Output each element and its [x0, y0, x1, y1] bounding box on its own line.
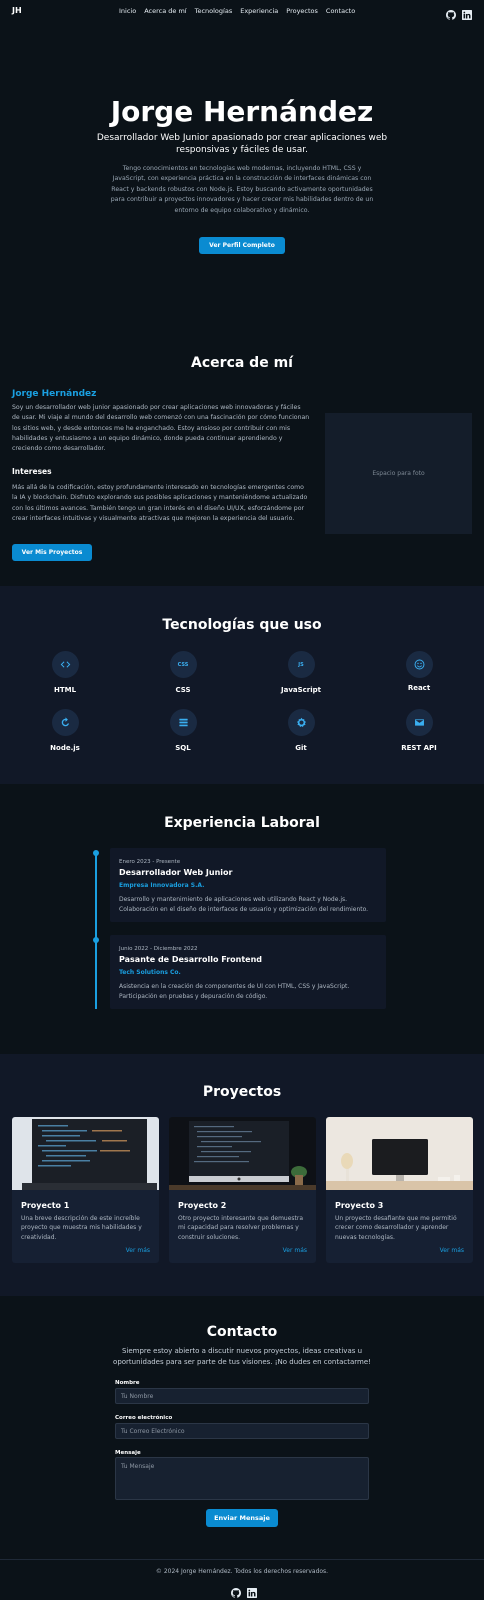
about-title: Acerca de mí — [191, 355, 293, 371]
project-image-desk-monitor — [326, 1117, 473, 1190]
tech-label: Git — [295, 744, 307, 752]
email-label: Correo electrónico — [115, 1415, 173, 1421]
tech-label: SQL — [175, 744, 191, 752]
footer-divider — [0, 1559, 484, 1560]
linkedin-icon[interactable] — [247, 1583, 257, 1600]
experience-company: Empresa Innovadora S.A. — [119, 882, 205, 889]
nav-item-contacto[interactable]: Contacto — [326, 7, 355, 15]
tech-title: Tecnologías que uso — [162, 617, 322, 633]
project-image-laptop-code — [12, 1117, 159, 1190]
experience-role: Pasante de Desarrollo Frontend — [119, 955, 263, 964]
about-paragraph: Soy un desarrollador web junior apasiona… — [12, 404, 310, 453]
nav-item-proyectos[interactable]: Proyectos — [286, 7, 318, 15]
github-icon[interactable] — [446, 5, 456, 24]
experience-card: Enero 2023 - Presente Desarrollador Web … — [110, 848, 386, 922]
tech-label: REST API — [401, 744, 437, 752]
contact-title: Contacto — [206, 1324, 278, 1340]
projects-title: Proyectos — [202, 1084, 282, 1100]
project-more-link[interactable]: Ver más — [126, 1247, 150, 1254]
project-title: Proyecto 1 — [21, 1201, 70, 1210]
timeline-line — [95, 851, 97, 1009]
tech-item-nodejs: Node.js — [10, 709, 120, 752]
project-title: Proyecto 3 — [335, 1201, 384, 1210]
tech-item-css: CSS CSS — [128, 651, 238, 694]
interests-title: Intereses — [12, 467, 52, 476]
project-more-link[interactable]: Ver más — [283, 1247, 307, 1254]
site-logo[interactable]: JH — [12, 6, 22, 15]
tech-label: React — [407, 684, 431, 692]
message-label: Mensaje — [115, 1450, 141, 1456]
tech-item-git: Git — [246, 709, 356, 752]
project-description: Una breve descripción de este increíble … — [21, 1215, 142, 1241]
nav-menu: Inicio Acerca de mí Tecnologías Experien… — [119, 7, 355, 15]
project-image-monitor-code — [169, 1117, 316, 1190]
hero-description: Tengo conocimientos en tecnologías web m… — [110, 165, 374, 214]
project-card[interactable]: Proyecto 1 Una breve descripción de este… — [12, 1117, 159, 1263]
tech-label: Node.js — [50, 744, 80, 752]
experience-role: Desarrollador Web Junior — [119, 868, 233, 877]
experience-company: Tech Solutions Co. — [119, 969, 181, 976]
mail-icon — [405, 709, 433, 736]
message-field[interactable] — [115, 1457, 369, 1500]
tech-item-javascript: JS JavaScript — [246, 651, 356, 694]
experience-date: Enero 2023 - Presente — [119, 859, 181, 865]
footer-social — [231, 1583, 257, 1600]
view-profile-button[interactable]: Ver Perfil Completo — [199, 237, 285, 254]
experience-card: Junio 2022 - Diciembre 2022 Pasante de D… — [110, 935, 386, 1009]
node-icon — [51, 709, 79, 736]
js-icon: JS — [287, 651, 315, 678]
react-icon — [405, 651, 433, 678]
name-field[interactable] — [115, 1388, 369, 1404]
github-icon[interactable] — [231, 1583, 241, 1600]
timeline-dot — [93, 850, 99, 856]
tech-item-html: HTML — [10, 651, 120, 694]
nav-social — [446, 5, 472, 24]
project-title: Proyecto 2 — [178, 1201, 227, 1210]
email-field[interactable] — [115, 1423, 369, 1439]
about-name: Jorge Hernández — [12, 389, 97, 399]
project-card[interactable]: Proyecto 2 Otro proyecto interesante que… — [169, 1117, 316, 1263]
linkedin-icon[interactable] — [462, 5, 472, 24]
footer-copyright: © 2024 Jorge Hernández. Todos los derech… — [155, 1568, 329, 1575]
project-more-link[interactable]: Ver más — [440, 1247, 464, 1254]
hero-subtitle: Desarrollador Web Junior apasionado por … — [96, 133, 388, 155]
experience-date: Junio 2022 - Diciembre 2022 — [119, 946, 198, 952]
nav-item-tecnologias[interactable]: Tecnologías — [195, 7, 233, 15]
experience-description: Asistencia en la creación de componentes… — [119, 983, 350, 1000]
top-nav: JH Inicio Acerca de mí Tecnologías Exper… — [0, 0, 484, 22]
project-description: Otro proyecto interesante que demuestra … — [178, 1215, 304, 1241]
tech-item-sql: SQL — [128, 709, 238, 752]
tech-label: CSS — [175, 686, 191, 694]
code-icon — [51, 651, 79, 678]
contact-description: Siempre estoy abierto a discutir nuevos … — [113, 1347, 371, 1366]
git-icon — [287, 709, 315, 736]
css-icon: CSS — [169, 651, 197, 678]
tech-item-rest-api: REST API — [364, 709, 474, 752]
interests-paragraph: Más allá de la codificación, estoy profu… — [12, 484, 308, 522]
tech-label: HTML — [53, 686, 77, 694]
photo-placeholder: Espacio para foto — [325, 413, 472, 534]
project-description: Un proyecto desafiante que me permitió c… — [335, 1215, 457, 1241]
tech-label: JavaScript — [280, 686, 321, 694]
view-projects-button[interactable]: Ver Mis Proyectos — [12, 544, 92, 561]
send-message-button[interactable]: Enviar Mensaje — [206, 1509, 278, 1527]
database-icon — [169, 709, 197, 736]
experience-description: Desarrollo y mantenimiento de aplicacion… — [119, 896, 369, 913]
nav-item-inicio[interactable]: Inicio — [119, 7, 136, 15]
tech-item-react: React — [364, 651, 474, 692]
experience-title: Experiencia Laboral — [164, 815, 320, 831]
hero-name: Jorge Hernández — [110, 95, 374, 128]
nav-item-acerca[interactable]: Acerca de mí — [144, 7, 186, 15]
timeline-dot — [93, 937, 99, 943]
name-label: Nombre — [115, 1380, 140, 1386]
nav-item-experiencia[interactable]: Experiencia — [240, 7, 278, 15]
project-card[interactable]: Proyecto 3 Un proyecto desafiante que me… — [326, 1117, 473, 1263]
